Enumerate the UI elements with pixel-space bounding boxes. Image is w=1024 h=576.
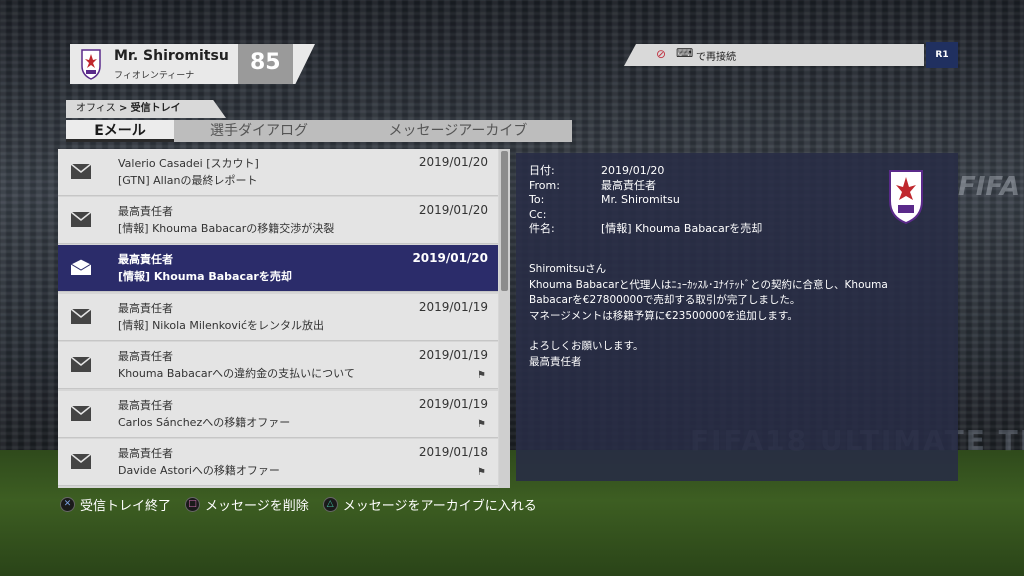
envelope-icon <box>70 453 92 469</box>
scrollbar-thumb[interactable] <box>501 151 508 291</box>
fiorentina-crest-icon <box>81 49 101 80</box>
breadcrumb: オフィス > 受信トレイ <box>66 100 226 118</box>
triangle-button-icon: △ <box>322 496 338 512</box>
email-list-item[interactable]: 最高責任者 [情報] Khouma Babacarの移籍交渉が決裂 2019/0… <box>58 197 498 244</box>
email-body-line: マネージメントは移籍予算に€23500000を追加します。 <box>529 309 798 322</box>
email-sender: 最高責任者 <box>118 253 173 266</box>
envelope-icon <box>70 211 92 227</box>
tab-player-dialog[interactable]: 選手ダイアログ <box>174 120 344 142</box>
email-date: 2019/01/19 <box>418 300 488 314</box>
square-button-icon: □ <box>185 496 201 512</box>
email-subject: Khouma Babacarへの違約金の支払いについて <box>118 367 355 380</box>
button-hints: ✕ 受信トレイ終了 □ メッセージを削除 △ メッセージをアーカイブに入れる <box>60 495 551 514</box>
email-subject: [情報] Khouma Babacarを売却 <box>118 270 292 283</box>
email-list: Valerio Casadei [スカウト] [GTN] Allanの最終レポー… <box>58 149 510 488</box>
exit-inbox-label: 受信トレイ終了 <box>80 498 172 514</box>
email-meta: 日付: 2019/01/20 From: 最高責任者 To: Mr. Shiromit… <box>529 164 762 237</box>
envelope-open-icon <box>70 259 92 275</box>
email-date: 2019/01/20 <box>418 203 488 217</box>
email-date: 2019/01/19 <box>418 397 488 411</box>
club-rating: 85 <box>250 50 281 75</box>
envelope-icon <box>70 356 92 372</box>
archive-message-hint[interactable]: △ メッセージをアーカイブに入れる <box>322 495 537 514</box>
fiorentina-crest-icon <box>889 170 923 225</box>
date-value: 2019/01/20 <box>601 164 665 177</box>
controller-icon: ⌨ <box>676 46 694 60</box>
subject-value: [情報] Khouma Babacarを売却 <box>601 222 763 235</box>
email-detail-panel: 日付: 2019/01/20 From: 最高責任者 To: Mr. Shiromit… <box>516 153 958 481</box>
date-label: 日付: <box>529 164 555 177</box>
from-value: 最高責任者 <box>601 178 656 192</box>
network-icon: ⊘ <box>656 47 667 61</box>
manager-profile: Mr. Shiromitsu フィオレンティーナ 85 <box>70 44 315 84</box>
subject-label: 件名: <box>529 222 555 235</box>
email-subject: Davide Astoriへの移籍オファー <box>118 464 280 477</box>
email-subject: Carlos Sánchezへの移籍オファー <box>118 416 291 429</box>
email-date: 2019/01/18 <box>418 445 488 459</box>
to-value: Mr. Shiromitsu <box>601 193 680 206</box>
envelope-icon <box>70 163 92 179</box>
email-body: Shiromitsuさん Khouma Babacarと代理人はﾆｭｰｶｯｽﾙ･… <box>529 262 939 370</box>
email-subject: [GTN] Allanの最終レポート <box>118 174 258 187</box>
envelope-icon <box>70 308 92 324</box>
club-rating-box: 85 <box>238 44 293 84</box>
tab-email[interactable]: Eメール <box>66 120 174 142</box>
archive-message-label: メッセージをアーカイブに入れる <box>342 498 537 514</box>
delete-message-label: メッセージを削除 <box>205 498 309 514</box>
email-date: 2019/01/20 <box>418 155 488 169</box>
email-greeting: Shiromitsuさん <box>529 263 607 275</box>
from-label: From: <box>529 178 560 192</box>
email-list-item-selected[interactable]: 最高責任者 [情報] Khouma Babacarを売却 2019/01/20 <box>58 245 498 292</box>
email-signature: 最高責任者 <box>529 355 582 368</box>
email-date: 2019/01/19 <box>418 348 488 362</box>
breadcrumb-root[interactable]: オフィス <box>76 103 116 114</box>
email-date: 2019/01/20 <box>412 251 488 265</box>
delete-message-hint[interactable]: □ メッセージを削除 <box>185 495 309 514</box>
cc-label: Cc: <box>529 207 547 221</box>
email-sender: Valerio Casadei [スカウト] <box>118 157 259 170</box>
email-list-item[interactable]: 最高責任者 Carlos Sánchezへの移籍オファー 2019/01/19 … <box>58 391 498 438</box>
email-subject: [情報] Khouma Babacarの移籍交渉が決裂 <box>118 222 335 235</box>
email-sender: 最高責任者 <box>118 447 173 460</box>
envelope-icon <box>70 405 92 421</box>
email-sender: 最高責任者 <box>118 302 173 315</box>
breadcrumb-current: 受信トレイ <box>130 103 181 114</box>
email-subject: [情報] Nikola Milenkovićをレンタル放出 <box>118 319 325 332</box>
action-required-flag-icon: ⚑ <box>477 370 486 381</box>
action-required-flag-icon: ⚑ <box>477 467 486 478</box>
email-list-item[interactable]: Valerio Casadei [スカウト] [GTN] Allanの最終レポー… <box>58 149 498 196</box>
action-required-flag-icon: ⚑ <box>477 419 486 430</box>
email-body-line: Khouma Babacarと代理人はﾆｭｰｶｯｽﾙ･ﾕﾅｲﾃｯﾄﾞとの契約に合… <box>529 278 888 291</box>
email-list-item[interactable]: 最高責任者 Davide Astoriへの移籍オファー 2019/01/18 ⚑ <box>58 439 498 486</box>
club-name: フィオレンティーナ <box>114 71 195 81</box>
reconnect-label: で再接続 <box>696 52 736 63</box>
email-body-line: Babacarを€27800000で売却する取引が完了しました。 <box>529 294 801 306</box>
email-sender: 最高責任者 <box>118 399 173 412</box>
exit-inbox-hint[interactable]: ✕ 受信トレイ終了 <box>60 495 171 514</box>
cross-button-icon: ✕ <box>60 496 75 512</box>
email-sender: 最高責任者 <box>118 205 173 218</box>
to-label: To: <box>529 193 545 206</box>
email-list-item[interactable]: 最高責任者 Khouma Babacarへの違約金の支払いについて 2019/0… <box>58 342 498 389</box>
email-closing: よろしくお願いします。 <box>529 340 644 352</box>
stadium-fifa-sign: FIFA <box>958 172 1020 202</box>
tab-message-archive[interactable]: メッセージアーカイブ <box>344 120 572 142</box>
reconnect-bar[interactable]: ⊘ ⌨ で再接続 <box>624 44 924 66</box>
breadcrumb-sep: > <box>119 103 128 114</box>
email-list-item[interactable]: 最高責任者 [情報] Nikola Milenkovićをレンタル放出 2019… <box>58 294 498 341</box>
inbox-tabs: Eメール 選手ダイアログ メッセージアーカイブ <box>66 120 572 142</box>
r1-button[interactable]: R1 <box>926 42 958 68</box>
email-sender: 最高責任者 <box>118 350 173 363</box>
email-list-scrollbar[interactable] <box>499 149 510 488</box>
manager-name: Mr. Shiromitsu <box>114 48 229 64</box>
